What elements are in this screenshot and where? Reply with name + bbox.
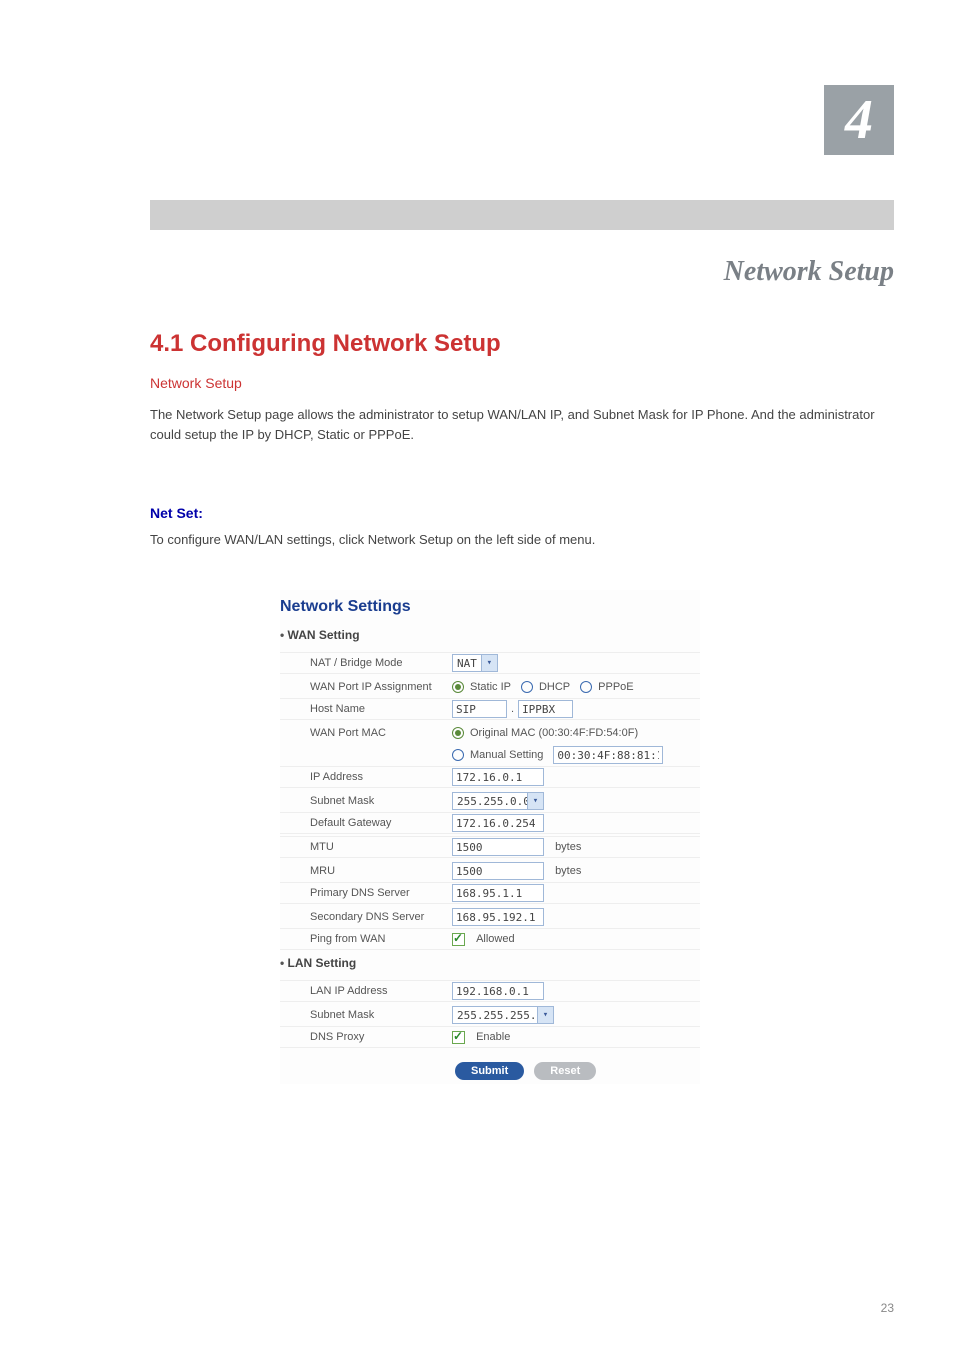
- network-settings-panel: Network Settings WAN Setting NAT / Bridg…: [280, 590, 700, 1084]
- chevron-down-icon: ▾: [481, 655, 497, 671]
- radio-mac-original[interactable]: [452, 727, 464, 739]
- lan-subnet-select[interactable]: 255.255.255.0 ▾: [452, 1006, 554, 1024]
- nat-bridge-value: NAT: [453, 657, 481, 670]
- sdns-label: Secondary DNS Server: [280, 911, 452, 923]
- gateway-label: Default Gateway: [280, 817, 452, 829]
- mtu-input[interactable]: [452, 838, 544, 856]
- row-wan-mac-1: WAN Port MAC Original MAC (00:30:4F:FD:5…: [280, 722, 700, 744]
- row-nat-bridge: NAT / Bridge Mode NAT ▾: [280, 652, 700, 674]
- sdns-input[interactable]: [452, 908, 544, 926]
- header-bar: [150, 200, 894, 230]
- pdns-label: Primary DNS Server: [280, 887, 452, 899]
- button-row: Submit Reset: [455, 1062, 700, 1080]
- bytes-label: bytes: [555, 865, 581, 877]
- opt-static-ip: Static IP: [470, 681, 511, 693]
- chapter-number: 4: [845, 92, 873, 148]
- lan-subnet-value: 255.255.255.0: [453, 1009, 537, 1022]
- dns-proxy-checkbox[interactable]: [452, 1031, 465, 1044]
- mac-orig-label: Original MAC (00:30:4F:FD:54:0F): [470, 727, 638, 739]
- opt-dhcp: DHCP: [539, 681, 570, 693]
- row-dns-proxy: DNS Proxy Enable: [280, 1026, 700, 1048]
- row-sdns: Secondary DNS Server: [280, 906, 700, 928]
- lan-ip-label: LAN IP Address: [280, 985, 452, 997]
- chapter-title: Network Setup: [150, 256, 894, 288]
- body-text-1: The Network Setup page allows the admini…: [150, 405, 894, 444]
- ip-address-input[interactable]: [452, 768, 544, 786]
- mtu-label: MTU: [280, 841, 452, 853]
- subnet-value: 255.255.0.0: [453, 795, 527, 808]
- wan-port-ip-label: WAN Port IP Assignment: [280, 681, 452, 693]
- chevron-down-icon: ▾: [537, 1007, 553, 1023]
- subtitle: Network Setup: [150, 375, 242, 391]
- lan-subnet-label: Subnet Mask: [280, 1009, 452, 1021]
- bytes-label: bytes: [555, 841, 581, 853]
- wan-port-mac-label: WAN Port MAC: [280, 727, 452, 739]
- mac-manual-input[interactable]: [553, 746, 663, 764]
- ping-allowed-label: Allowed: [476, 933, 515, 945]
- submit-button[interactable]: Submit: [455, 1062, 524, 1080]
- lan-heading: LAN Setting: [280, 956, 700, 970]
- row-wan-port-ip: WAN Port IP Assignment Static IP DHCP PP…: [280, 676, 700, 698]
- dns-proxy-enable-label: Enable: [476, 1031, 510, 1043]
- row-lan-subnet: Subnet Mask 255.255.255.0 ▾: [280, 1004, 700, 1026]
- reset-button[interactable]: Reset: [534, 1062, 596, 1080]
- host-name-1-input[interactable]: [452, 700, 507, 718]
- row-gateway: Default Gateway: [280, 812, 700, 834]
- row-mru: MRU bytes: [280, 860, 700, 882]
- row-lan-ip: LAN IP Address: [280, 980, 700, 1002]
- nat-bridge-label: NAT / Bridge Mode: [280, 657, 452, 669]
- host-name-label: Host Name: [280, 703, 452, 715]
- row-pdns: Primary DNS Server: [280, 882, 700, 904]
- nat-bridge-select[interactable]: NAT ▾: [452, 654, 498, 672]
- body-text-2: To configure WAN/LAN settings, click Net…: [150, 530, 894, 550]
- host-name-2-input[interactable]: [518, 700, 573, 718]
- netset-heading: Net Set:: [150, 505, 203, 521]
- radio-mac-manual[interactable]: [452, 749, 464, 761]
- lan-ip-input[interactable]: [452, 982, 544, 1000]
- page-number: 23: [881, 1301, 894, 1315]
- subnet-select[interactable]: 255.255.0.0 ▾: [452, 792, 544, 810]
- ping-checkbox[interactable]: [452, 933, 465, 946]
- chapter-badge: 4: [824, 85, 894, 155]
- section-title: 4.1 Configuring Network Setup: [150, 330, 501, 358]
- row-subnet: Subnet Mask 255.255.0.0 ▾: [280, 790, 700, 812]
- mru-label: MRU: [280, 865, 452, 877]
- radio-pppoe[interactable]: [580, 681, 592, 693]
- radio-dhcp[interactable]: [521, 681, 533, 693]
- wan-heading: WAN Setting: [280, 628, 700, 642]
- mru-input[interactable]: [452, 862, 544, 880]
- row-host-name: Host Name .: [280, 698, 700, 720]
- ip-address-label: IP Address: [280, 771, 452, 783]
- chevron-down-icon: ▾: [527, 793, 543, 809]
- subnet-label: Subnet Mask: [280, 795, 452, 807]
- pdns-input[interactable]: [452, 884, 544, 902]
- panel-title: Network Settings: [280, 598, 700, 616]
- ping-label: Ping from WAN: [280, 933, 452, 945]
- mac-manual-label: Manual Setting: [470, 749, 543, 761]
- radio-static-ip[interactable]: [452, 681, 464, 693]
- row-mtu: MTU bytes: [280, 836, 700, 858]
- gateway-input[interactable]: [452, 814, 544, 832]
- row-ping: Ping from WAN Allowed: [280, 928, 700, 950]
- row-ip-address: IP Address: [280, 766, 700, 788]
- opt-pppoe: PPPoE: [598, 681, 633, 693]
- row-wan-mac-2: Manual Setting: [280, 744, 700, 766]
- dns-proxy-label: DNS Proxy: [280, 1031, 452, 1043]
